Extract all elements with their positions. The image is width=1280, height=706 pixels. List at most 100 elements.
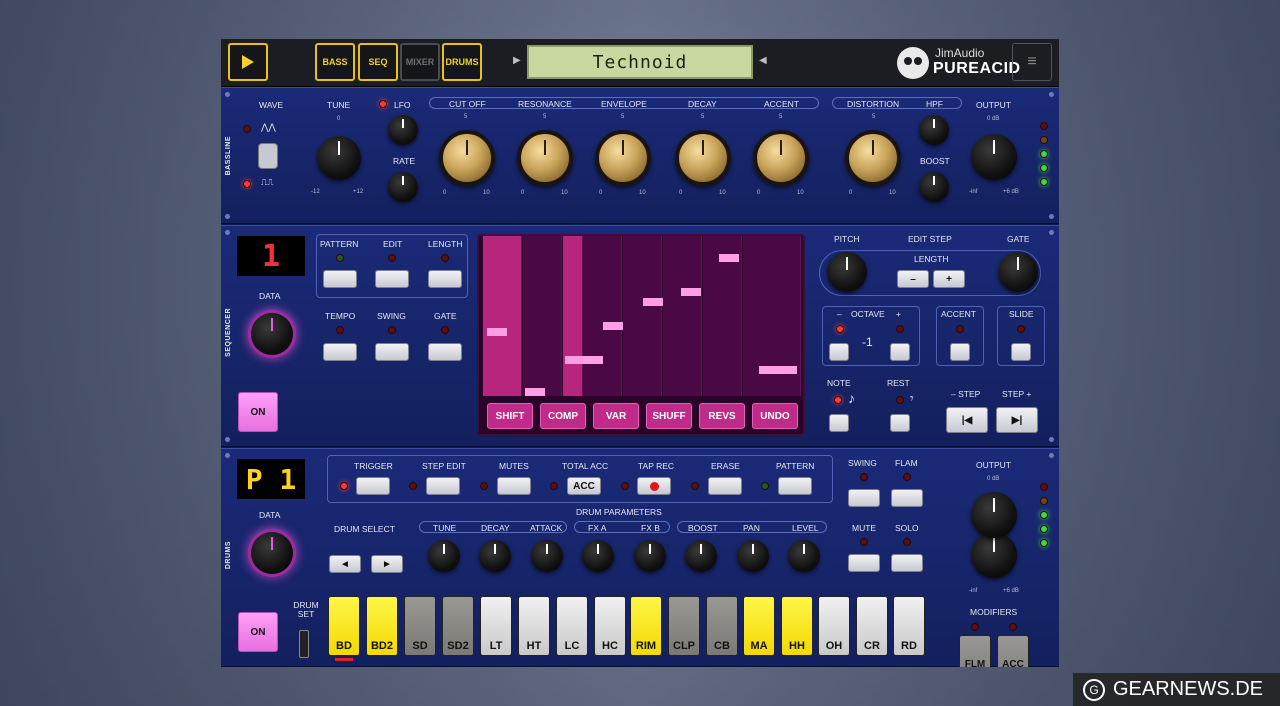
roll-note[interactable]	[643, 298, 663, 306]
param-tune-knob[interactable]	[428, 540, 460, 572]
length-plus-button[interactable]: +	[933, 270, 965, 288]
param-attack-knob[interactable]	[531, 540, 563, 572]
drum-select-next-button[interactable]: ►	[371, 555, 403, 573]
prev-preset-icon[interactable]: ▶	[513, 55, 521, 66]
shift-button[interactable]: SHIFT	[487, 403, 533, 429]
roll-note[interactable]	[603, 322, 623, 330]
erase-button[interactable]	[708, 477, 742, 495]
comp-button[interactable]: COMP	[540, 403, 586, 429]
mute-button[interactable]	[848, 554, 880, 572]
flm-button[interactable]: FLM	[959, 635, 991, 667]
roll-note[interactable]	[487, 328, 507, 336]
param-fxa-knob[interactable]	[582, 540, 614, 572]
distortion-knob[interactable]	[845, 130, 901, 186]
roll-note[interactable]	[759, 366, 797, 374]
undo-button[interactable]: UNDO	[752, 403, 798, 429]
preset-display[interactable]: Technoid	[527, 45, 753, 79]
seq-data-knob[interactable]	[251, 313, 293, 355]
slide-button[interactable]	[1011, 343, 1031, 361]
pad-bd[interactable]: BD	[328, 596, 360, 656]
roll-note[interactable]	[681, 288, 701, 296]
decay-knob[interactable]	[675, 130, 731, 186]
tempo-button[interactable]	[323, 343, 357, 361]
step-gate-knob[interactable]	[998, 252, 1038, 292]
roll-note[interactable]	[719, 254, 739, 262]
pattern-button[interactable]	[323, 270, 357, 288]
wave-toggle-switch[interactable]	[258, 143, 278, 169]
pad-oh[interactable]: OH	[818, 596, 850, 656]
next-preset-icon[interactable]: ◀	[759, 55, 767, 66]
roll-note[interactable]	[565, 356, 603, 364]
swing-button[interactable]	[375, 343, 409, 361]
lfo-knob[interactable]	[388, 115, 418, 145]
drum-data-knob[interactable]	[251, 532, 293, 574]
pad-clp[interactable]: CLP	[668, 596, 700, 656]
pad-ma[interactable]: MA	[743, 596, 775, 656]
hamburger-icon[interactable]: ≡	[1012, 43, 1052, 81]
roll-note[interactable]	[525, 388, 545, 396]
drum-output-knob[interactable]	[971, 492, 1017, 538]
pad-lt[interactable]: LT	[480, 596, 512, 656]
var-button[interactable]: VAR	[593, 403, 639, 429]
drum-set-switch[interactable]	[299, 630, 309, 658]
step-edit-button[interactable]	[426, 477, 460, 495]
envelope-knob[interactable]	[595, 130, 651, 186]
octave-minus-button[interactable]	[829, 343, 849, 361]
pitch-knob[interactable]	[827, 252, 867, 292]
param-pan-knob[interactable]	[737, 540, 769, 572]
seq-on-button[interactable]: ON	[238, 392, 278, 432]
accent-knob[interactable]	[753, 130, 809, 186]
edit-button[interactable]	[375, 270, 409, 288]
step-back-button[interactable]: |◀	[946, 407, 988, 433]
pad-hh[interactable]: HH	[781, 596, 813, 656]
drum-pattern-button[interactable]	[778, 477, 812, 495]
tune-knob[interactable]	[317, 136, 361, 180]
pad-hc[interactable]: HC	[594, 596, 626, 656]
note-button[interactable]	[829, 414, 849, 432]
step-accent-button[interactable]	[950, 343, 970, 361]
step-forward-button[interactable]: ▶|	[996, 407, 1038, 433]
tab-mixer[interactable]: MIXER	[400, 43, 440, 81]
roll-step[interactable]	[623, 236, 662, 396]
roll-step[interactable]	[583, 236, 622, 396]
tap-rec-button[interactable]	[637, 477, 671, 495]
param-fxb-knob[interactable]	[634, 540, 666, 572]
hpf-knob[interactable]	[919, 115, 949, 145]
piano-roll[interactable]: SHIFT COMP VAR SHUFF REVS UNDO	[477, 234, 805, 436]
drum-on-button[interactable]: ON	[238, 612, 278, 652]
length-minus-button[interactable]: –	[897, 270, 929, 288]
mutes-button[interactable]	[497, 477, 531, 495]
tab-drums[interactable]: DRUMS	[442, 43, 482, 81]
gate-button[interactable]	[428, 343, 462, 361]
shuff-button[interactable]: SHUFF	[646, 403, 692, 429]
octave-plus-button[interactable]	[890, 343, 910, 361]
bass-output-knob[interactable]	[971, 134, 1017, 180]
param-level-knob[interactable]	[788, 540, 820, 572]
acc-modifier-button[interactable]: ACC	[997, 635, 1029, 667]
pad-bd2[interactable]: BD2	[366, 596, 398, 656]
resonance-knob[interactable]	[517, 130, 573, 186]
roll-step[interactable]	[663, 236, 702, 396]
cutoff-knob[interactable]	[439, 130, 495, 186]
roll-step[interactable]	[523, 236, 562, 396]
tab-seq[interactable]: SEQ	[358, 43, 398, 81]
param-boost-knob[interactable]	[685, 540, 717, 572]
param-decay-knob[interactable]	[479, 540, 511, 572]
drum-swing-button[interactable]	[848, 489, 880, 507]
pad-cb[interactable]: CB	[706, 596, 738, 656]
tab-bass[interactable]: BASS	[315, 43, 355, 81]
roll-step[interactable]	[483, 236, 522, 396]
rest-button[interactable]	[890, 414, 910, 432]
boost-knob[interactable]	[919, 172, 949, 202]
pad-rd[interactable]: RD	[893, 596, 925, 656]
drum-select-prev-button[interactable]: ◄	[329, 555, 361, 573]
play-button[interactable]	[228, 43, 268, 81]
revs-button[interactable]: REVS	[699, 403, 745, 429]
trigger-button[interactable]	[356, 477, 390, 495]
pad-ht[interactable]: HT	[518, 596, 550, 656]
acc-button[interactable]: ACC	[567, 477, 601, 495]
length-button[interactable]	[428, 270, 462, 288]
flam-button[interactable]	[891, 489, 923, 507]
roll-step[interactable]	[563, 236, 583, 396]
pad-lc[interactable]: LC	[556, 596, 588, 656]
